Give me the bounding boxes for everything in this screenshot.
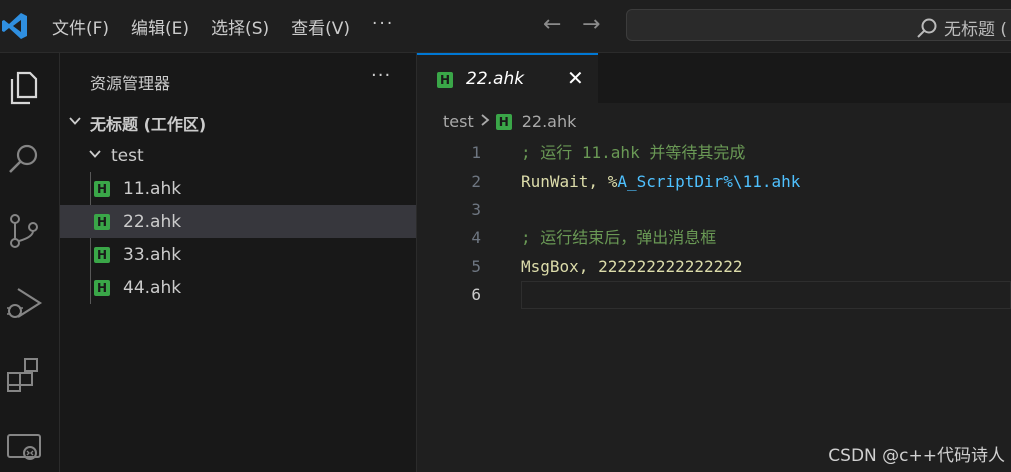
watermark: CSDN @c++代码诗人 <box>828 446 1005 466</box>
forward-arrow-icon[interactable]: → <box>582 12 600 37</box>
editor-area[interactable]: test H 22.ahk 1 ; 运行 11.ahk 并等待其完成 2 Run… <box>417 103 1011 472</box>
file-row-11[interactable]: H 11.ahk <box>60 172 416 205</box>
line-number: 1 <box>471 143 481 162</box>
breadcrumb: test H 22.ahk <box>443 112 576 131</box>
run-debug-icon[interactable] <box>4 283 44 323</box>
breadcrumb-folder[interactable]: test <box>443 112 474 131</box>
menu-more-button[interactable]: ··· <box>372 14 394 39</box>
code-line-3[interactable]: 3 <box>417 196 1011 224</box>
code-line-4[interactable]: 4 ; 运行结束后，弹出消息框 <box>417 224 1011 252</box>
vscode-logo-icon[interactable] <box>2 12 28 40</box>
explorer-icon[interactable] <box>4 67 44 107</box>
ahk-file-icon: H <box>94 246 110 263</box>
extensions-icon[interactable] <box>4 355 44 395</box>
code-text: MsgBox, 222222222222222 <box>521 257 743 276</box>
line-number: 5 <box>471 257 481 276</box>
breadcrumb-file[interactable]: 22.ahk <box>522 112 577 131</box>
menu-selection[interactable]: 选择(S) <box>211 14 269 39</box>
code-command: RunWait, % <box>521 172 618 191</box>
file-row-33[interactable]: H 33.ahk <box>60 238 416 271</box>
menu-bar: 文件(F) 编辑(E) 选择(S) 查看(V) ··· <box>52 14 416 39</box>
code-path: %\11.ahk <box>723 172 801 191</box>
file-row-44[interactable]: H 44.ahk <box>60 271 416 304</box>
file-label: 44.ahk <box>123 277 182 298</box>
tab-22-ahk[interactable]: H 22.ahk ✕ <box>417 53 598 103</box>
folder-row[interactable]: test <box>60 139 416 172</box>
code-line-2[interactable]: 2 RunWait, %A_ScriptDir%\11.ahk <box>417 168 1011 196</box>
ahk-file-icon: H <box>94 213 110 230</box>
line-number: 3 <box>471 200 481 219</box>
code-line-5[interactable]: 5 MsgBox, 222222222222222 <box>417 253 1011 281</box>
code-line-1[interactable]: 1 ; 运行 11.ahk 并等待其完成 <box>417 139 1011 167</box>
menu-file[interactable]: 文件(F) <box>52 14 109 39</box>
search-label-group[interactable]: 无标题 ( <box>916 15 1007 40</box>
source-control-icon[interactable] <box>4 211 44 251</box>
search-view-icon[interactable] <box>4 139 44 179</box>
activity-bar <box>0 53 60 472</box>
code-comment: ; 运行结束后，弹出消息框 <box>521 228 717 247</box>
menu-view[interactable]: 查看(V) <box>291 14 350 39</box>
workspace-row[interactable]: 无标题 (工作区) <box>60 106 416 139</box>
ahk-file-icon: H <box>437 72 453 88</box>
ahk-file-icon: H <box>495 113 512 130</box>
remote-explorer-icon[interactable] <box>4 427 44 467</box>
file-label: 33.ahk <box>123 244 182 265</box>
chevron-down-icon <box>88 147 102 165</box>
file-row-22[interactable]: H 22.ahk <box>60 205 416 238</box>
file-label: 22.ahk <box>123 211 182 232</box>
line-number: 2 <box>471 172 481 191</box>
code-comment: ; 运行 11.ahk 并等待其完成 <box>521 143 746 162</box>
file-label: 11.ahk <box>123 178 182 199</box>
chevron-right-icon <box>480 112 490 131</box>
chevron-down-icon <box>68 114 82 132</box>
close-icon[interactable]: ✕ <box>567 66 584 90</box>
code-variable: A_ScriptDir <box>617 172 724 191</box>
folder-label: test <box>111 145 144 166</box>
code-text: RunWait, %A_ScriptDir%\11.ahk <box>521 168 800 196</box>
explorer-sidebar: 资源管理器 ··· 无标题 (工作区) test H 11.ahk H 22.a… <box>60 53 417 472</box>
explorer-title: 资源管理器 <box>90 74 171 93</box>
line-number: 4 <box>471 228 481 247</box>
search-icon <box>917 18 937 38</box>
code-line-6[interactable]: 6 <box>417 281 1011 309</box>
back-arrow-icon[interactable]: ← <box>543 12 561 37</box>
ahk-file-icon: H <box>94 279 110 296</box>
ahk-file-icon: H <box>94 180 110 197</box>
line-number: 6 <box>471 285 481 304</box>
tab-label: 22.ahk <box>466 69 525 89</box>
menu-edit[interactable]: 编辑(E) <box>131 14 189 39</box>
search-text: 无标题 ( <box>944 20 1008 40</box>
editor-tab-bar: H 22.ahk ✕ <box>417 53 1011 103</box>
workspace-label: 无标题 (工作区) <box>90 114 207 134</box>
explorer-more-button[interactable]: ··· <box>371 65 391 86</box>
title-bar: 文件(F) 编辑(E) 选择(S) 查看(V) ··· ← → 无标题 ( <box>0 0 1011 53</box>
